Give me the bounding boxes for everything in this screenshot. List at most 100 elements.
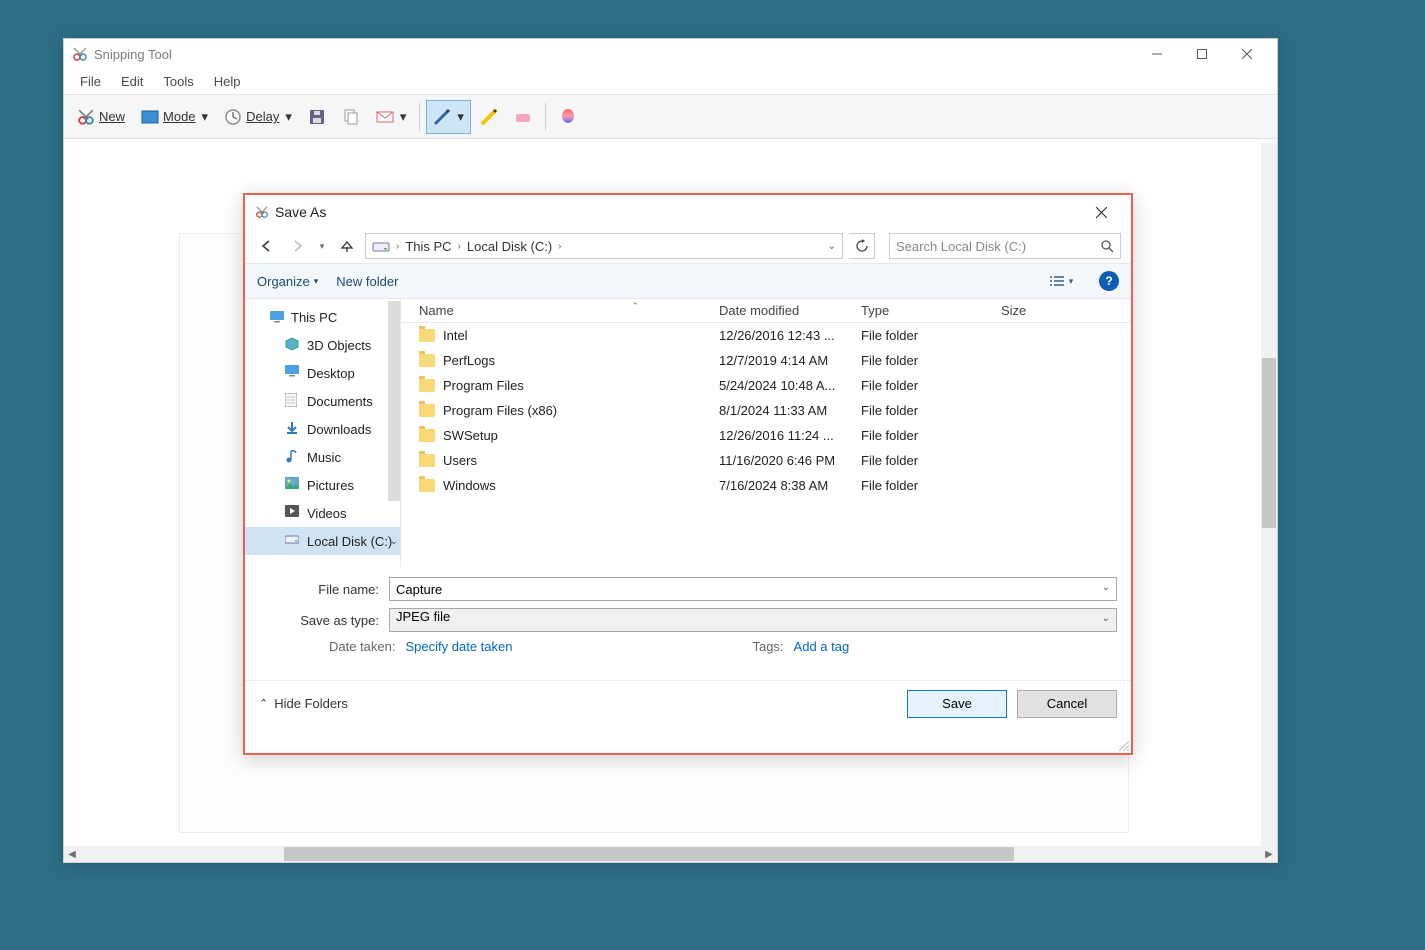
table-row[interactable]: SWSetup12/26/2016 11:24 ...File folder <box>401 423 1131 448</box>
col-date[interactable]: Date modified <box>719 303 861 318</box>
send-button[interactable]: ▾ <box>369 100 414 134</box>
table-row[interactable]: Users11/16/2020 6:46 PMFile folder <box>401 448 1131 473</box>
sidebar-item-localdisk[interactable]: Local Disk (C:) ⌄ <box>245 527 400 555</box>
forward-button[interactable] <box>285 234 309 258</box>
paint3d-button[interactable] <box>552 100 584 134</box>
chevron-down-icon[interactable]: ⌄ <box>1102 582 1110 593</box>
sidebar-item-documents[interactable]: Documents <box>245 387 400 415</box>
close-button[interactable] <box>1224 40 1269 68</box>
sidebar-item-thispc[interactable]: This PC <box>245 303 400 331</box>
menu-tools[interactable]: Tools <box>153 72 203 91</box>
date-taken-label: Date taken: <box>329 639 396 654</box>
sidebar-item-videos[interactable]: Videos <box>245 499 400 527</box>
sidebar-label: Pictures <box>307 478 354 493</box>
help-button[interactable]: ? <box>1099 271 1119 291</box>
sidebar-scrollbar[interactable] <box>388 299 400 567</box>
pen-icon <box>433 108 451 126</box>
dialog-titlebar: Save As <box>245 195 1131 229</box>
savetype-field[interactable]: JPEG file ⌄ <box>389 608 1117 632</box>
chevron-down-icon: ▾ <box>457 109 464 125</box>
new-folder-button[interactable]: New folder <box>336 274 398 289</box>
breadcrumb-thispc[interactable]: This PC <box>405 239 451 254</box>
file-name: PerfLogs <box>443 353 495 368</box>
copy-button[interactable] <box>335 100 367 134</box>
hide-folders-button[interactable]: ⌃ Hide Folders <box>259 696 348 711</box>
tags-link[interactable]: Add a tag <box>794 639 850 654</box>
sidebar-item-3dobjects[interactable]: 3D Objects <box>245 331 400 359</box>
table-row[interactable]: Program Files5/24/2024 10:48 A...File fo… <box>401 373 1131 398</box>
menu-help[interactable]: Help <box>204 72 251 91</box>
filename-field[interactable]: ⌄ <box>389 577 1117 601</box>
view-options-button[interactable]: ▾ <box>1041 268 1081 294</box>
dialog-close-button[interactable] <box>1081 198 1121 226</box>
scrollbar-thumb[interactable] <box>1262 358 1276 528</box>
scroll-left-icon[interactable]: ◀ <box>64 846 80 862</box>
snipping-tool-icon <box>255 205 269 219</box>
back-button[interactable] <box>255 234 279 258</box>
mode-button[interactable]: Mode ▾ <box>134 100 215 134</box>
search-input[interactable] <box>896 239 1114 254</box>
filename-input[interactable] <box>396 578 1090 600</box>
chevron-right-icon: › <box>558 241 561 252</box>
search-box[interactable] <box>889 233 1121 259</box>
file-name: Program Files (x86) <box>443 403 557 418</box>
separator <box>419 103 420 131</box>
cancel-button[interactable]: Cancel <box>1017 690 1117 718</box>
new-button[interactable]: New <box>70 100 132 134</box>
col-name[interactable]: Name⌃ <box>419 303 719 318</box>
sidebar-item-music[interactable]: Music <box>245 443 400 471</box>
filename-label: File name: <box>259 582 389 597</box>
eraser-button[interactable] <box>507 100 539 134</box>
resize-grip[interactable] <box>1117 739 1129 751</box>
file-date: 12/26/2016 12:43 ... <box>719 328 861 343</box>
menubar: File Edit Tools Help <box>64 69 1277 95</box>
refresh-button[interactable] <box>849 233 875 259</box>
date-taken-link[interactable]: Specify date taken <box>406 639 513 654</box>
minimize-button[interactable] <box>1134 40 1179 68</box>
dialog-footer: ⌃ Hide Folders Save Cancel <box>245 680 1131 726</box>
maximize-button[interactable] <box>1179 40 1224 68</box>
pen-button[interactable]: ▾ <box>426 100 471 134</box>
scrollbar-thumb[interactable] <box>284 847 1014 861</box>
history-dropdown-icon[interactable]: ▾ <box>315 234 329 258</box>
save-snip-button[interactable] <box>301 100 333 134</box>
menu-file[interactable]: File <box>70 72 111 91</box>
scroll-right-icon[interactable]: ▶ <box>1261 846 1277 862</box>
downloads-icon <box>285 421 301 437</box>
col-type[interactable]: Type <box>861 303 1001 318</box>
col-size[interactable]: Size <box>1001 303 1081 318</box>
address-bar[interactable]: › This PC › Local Disk (C:) › ⌄ <box>365 233 843 259</box>
sidebar: This PC 3D Objects Desktop Documents Dow… <box>245 299 401 567</box>
save-as-dialog: Save As ▾ › This PC › Local Disk (C:) › … <box>243 193 1133 755</box>
sidebar-item-pictures[interactable]: Pictures <box>245 471 400 499</box>
chevron-down-icon[interactable]: ⌄ <box>828 241 836 252</box>
folder-icon <box>419 454 435 467</box>
sidebar-item-desktop[interactable]: Desktop <box>245 359 400 387</box>
scrollbar-thumb[interactable] <box>388 301 400 501</box>
file-type: File folder <box>861 478 1001 493</box>
new-label: New <box>99 109 125 124</box>
chevron-right-icon: › <box>458 241 461 252</box>
menu-edit[interactable]: Edit <box>111 72 153 91</box>
table-row[interactable]: Program Files (x86)8/1/2024 11:33 AMFile… <box>401 398 1131 423</box>
table-row[interactable]: Intel12/26/2016 12:43 ...File folder <box>401 323 1131 348</box>
sidebar-label: Downloads <box>307 422 371 437</box>
delay-button[interactable]: Delay ▾ <box>217 100 299 134</box>
folder-icon <box>419 379 435 392</box>
breadcrumb-drive[interactable]: Local Disk (C:) <box>467 239 552 254</box>
horizontal-scrollbar[interactable]: ◀ ▶ <box>64 846 1277 862</box>
delay-label: Delay <box>246 109 279 124</box>
up-button[interactable] <box>335 234 359 258</box>
highlighter-button[interactable] <box>473 100 505 134</box>
file-type: File folder <box>861 378 1001 393</box>
file-date: 8/1/2024 11:33 AM <box>719 403 861 418</box>
table-row[interactable]: PerfLogs12/7/2019 4:14 AMFile folder <box>401 348 1131 373</box>
chevron-down-icon[interactable]: ⌄ <box>1102 613 1110 624</box>
organize-button[interactable]: Organize ▾ <box>257 274 318 289</box>
save-button[interactable]: Save <box>907 690 1007 718</box>
snipping-tool-icon <box>72 46 88 62</box>
table-row[interactable]: Windows7/16/2024 8:38 AMFile folder <box>401 473 1131 498</box>
sidebar-label: 3D Objects <box>307 338 371 353</box>
vertical-scrollbar[interactable] <box>1261 143 1277 846</box>
sidebar-item-downloads[interactable]: Downloads <box>245 415 400 443</box>
